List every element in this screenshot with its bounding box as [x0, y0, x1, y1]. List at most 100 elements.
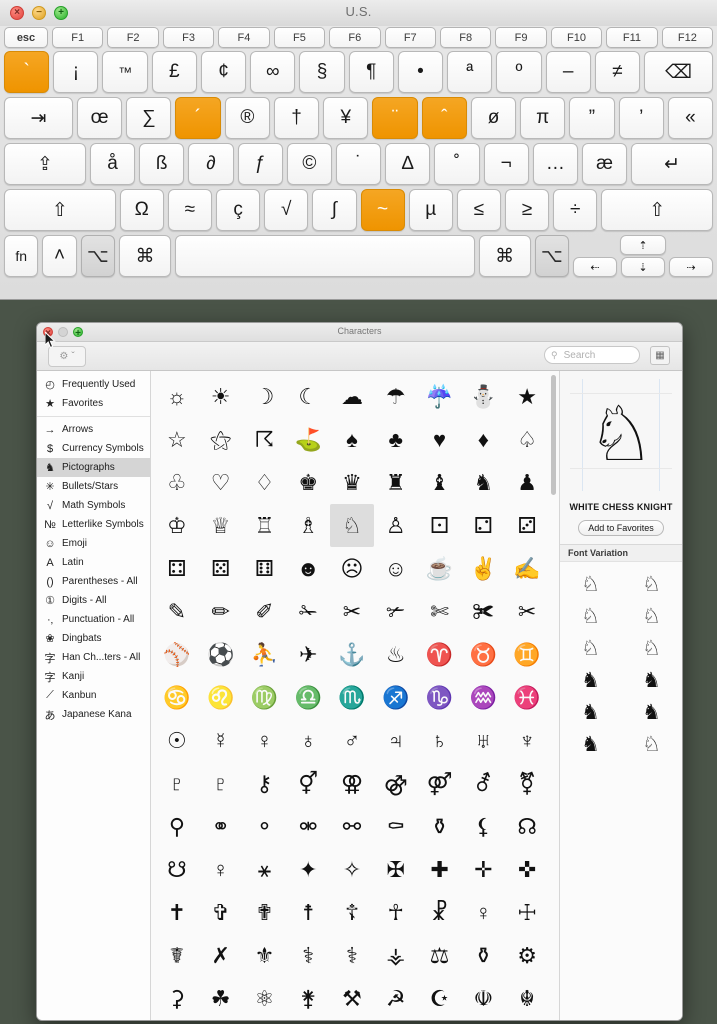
character-cell[interactable]: ♅ — [461, 719, 505, 762]
character-cell[interactable]: ☈ — [243, 418, 287, 461]
character-cell[interactable]: ✀ — [461, 590, 505, 633]
character-cell[interactable]: ✚ — [418, 848, 462, 891]
key-0-9[interactable]: ª — [447, 51, 493, 93]
character-cell[interactable]: ☻ — [286, 547, 330, 590]
character-cell[interactable]: ⚣ — [374, 762, 418, 805]
character-cell[interactable]: ♃ — [374, 719, 418, 762]
sidebar-item-emoji[interactable]: ☺ Emoji — [37, 534, 150, 553]
character-cell[interactable]: ☤ — [155, 934, 199, 977]
character-cell[interactable]: ♂ — [330, 719, 374, 762]
character-cell[interactable]: ♦ — [461, 418, 505, 461]
key-1-11[interactable]: ” — [569, 97, 615, 139]
character-cell[interactable]: ♙ — [374, 504, 418, 547]
function-key-f10[interactable]: F10 — [550, 27, 603, 48]
character-cell[interactable]: ♛ — [330, 461, 374, 504]
character-cell[interactable]: ⛄ — [461, 375, 505, 418]
character-cell[interactable]: ⚾ — [155, 633, 199, 676]
sidebar-item-japanese-kana[interactable]: あ Japanese Kana — [37, 705, 150, 724]
function-key-f11[interactable]: F11 — [606, 27, 658, 48]
character-cell[interactable]: ♌ — [199, 676, 243, 719]
character-cell[interactable]: ✜ — [505, 848, 549, 891]
search-input[interactable] — [561, 348, 633, 362]
character-cell[interactable]: ☩ — [505, 891, 549, 934]
character-cell[interactable]: ✈ — [286, 633, 330, 676]
character-cell[interactable]: ✎ — [155, 590, 199, 633]
character-cell[interactable]: ⚛ — [243, 977, 287, 1020]
key-1-10[interactable]: π — [520, 97, 566, 139]
character-cell[interactable]: ⚶ — [374, 934, 418, 977]
font-variation-cell[interactable]: ♞ — [560, 728, 621, 760]
function-key-f3[interactable]: F3 — [162, 27, 215, 48]
sidebar-item-favorites[interactable]: ★ Favorites — [37, 394, 150, 413]
character-cell[interactable]: ☽ — [243, 375, 287, 418]
character-cell[interactable]: ⚽ — [199, 633, 243, 676]
key-1-12[interactable]: ’ — [618, 97, 664, 139]
font-variation-cell[interactable]: ♞ — [621, 696, 682, 728]
character-cell[interactable]: ♀ — [461, 891, 505, 934]
arrow-down-key[interactable]: ⇣ — [621, 257, 665, 277]
grid-scrollbar-thumb[interactable] — [551, 375, 556, 495]
character-cell[interactable]: ⚰ — [374, 805, 418, 848]
character-cell[interactable]: ⚸ — [461, 805, 505, 848]
arrow-right-key[interactable]: ⇢ — [669, 257, 713, 277]
character-cell[interactable]: ⚢ — [330, 762, 374, 805]
key-0-3[interactable]: £ — [151, 51, 197, 93]
character-cell[interactable]: ⚷ — [243, 762, 287, 805]
key-1-9[interactable]: ø — [470, 97, 517, 139]
key-0-1[interactable]: ¡ — [53, 51, 99, 93]
character-cell[interactable]: ✞ — [199, 891, 243, 934]
character-cell[interactable]: ✁ — [286, 590, 330, 633]
character-cell[interactable]: ♝ — [418, 461, 462, 504]
character-cell[interactable]: ☦ — [330, 891, 374, 934]
font-variation-cell[interactable]: ♘ — [560, 600, 621, 632]
character-cell[interactable]: ♔ — [155, 504, 199, 547]
character-cell[interactable]: ♎ — [286, 676, 330, 719]
character-cell[interactable]: ♗ — [286, 504, 330, 547]
key-1-6[interactable]: ¥ — [323, 97, 369, 139]
sidebar-item-letterlike-symbols[interactable]: № Letterlike Symbols — [37, 515, 150, 534]
character-cell[interactable]: ⚖ — [418, 934, 462, 977]
character-cell[interactable]: ⚂ — [505, 504, 549, 547]
bottom-key-2[interactable]: ⌥ — [80, 235, 115, 277]
function-key-f12[interactable]: F12 — [661, 27, 714, 48]
key-2-2[interactable]: ß — [139, 143, 185, 185]
character-cell[interactable]: ✏ — [199, 590, 243, 633]
character-cell[interactable]: ☧ — [418, 891, 462, 934]
panel-toggle-button[interactable]: ▦ — [650, 346, 670, 365]
character-cell[interactable]: ☫ — [461, 977, 505, 1020]
sidebar-item-currency-symbols[interactable]: $ Currency Symbols — [37, 439, 150, 458]
key-0-8[interactable]: • — [397, 51, 444, 93]
bottom-key-6[interactable]: ⌥ — [534, 235, 569, 277]
character-cell[interactable]: ☋ — [155, 848, 199, 891]
character-cell[interactable]: ⚬ — [243, 805, 287, 848]
font-variation-cell[interactable]: ♘ — [560, 568, 621, 600]
character-cell[interactable]: ♊ — [505, 633, 549, 676]
key-3-4[interactable]: √ — [264, 189, 309, 231]
character-cell[interactable]: ⚱ — [418, 805, 462, 848]
character-cell[interactable]: ⚤ — [418, 762, 462, 805]
character-cell[interactable]: ♀ — [243, 719, 287, 762]
key-0-6[interactable]: § — [299, 51, 345, 93]
key-1-3[interactable]: ´ — [175, 97, 221, 139]
key-2-0[interactable]: ⇪ — [4, 143, 86, 185]
character-cell[interactable]: ⚕ — [330, 934, 374, 977]
character-cell[interactable]: ⚲ — [155, 805, 199, 848]
character-cell[interactable]: ⚮ — [286, 805, 330, 848]
character-cell[interactable]: ✐ — [243, 590, 287, 633]
character-cell[interactable]: ⚝ — [199, 418, 243, 461]
character-cell[interactable]: ☪ — [418, 977, 462, 1020]
character-cell[interactable]: ✍ — [505, 547, 549, 590]
key-1-8[interactable]: ˆ — [421, 97, 467, 139]
character-cell[interactable]: ✛ — [461, 848, 505, 891]
character-cell[interactable]: ✌ — [461, 547, 505, 590]
key-3-0[interactable]: ⇧ — [4, 189, 116, 231]
arrow-up-key[interactable]: ⇡ — [620, 235, 666, 255]
character-cell[interactable]: ♠ — [330, 418, 374, 461]
sidebar-item-latin[interactable]: A Latin — [37, 553, 150, 572]
key-2-11[interactable]: æ — [581, 143, 628, 185]
character-cell[interactable]: ♜ — [374, 461, 418, 504]
function-key-f2[interactable]: F2 — [107, 27, 159, 48]
character-cell[interactable]: ☉ — [155, 719, 199, 762]
character-cell[interactable]: ☿ — [199, 719, 243, 762]
key-2-5[interactable]: © — [286, 143, 332, 185]
